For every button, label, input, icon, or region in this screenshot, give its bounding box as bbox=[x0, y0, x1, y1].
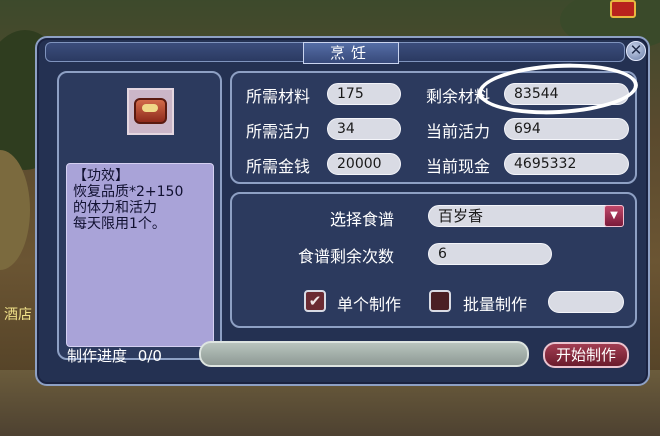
dropdown-arrow-icon[interactable]: ▼ bbox=[604, 205, 624, 227]
batch-craft-label: 批量制作 bbox=[463, 295, 528, 314]
stats-panel: 所需材料 175 剩余材料 83544 所需活力 34 当前活力 694 所需金… bbox=[230, 71, 637, 184]
effect-line: 的体力和活力 bbox=[73, 200, 157, 216]
current-vitality-field: 694 bbox=[504, 118, 629, 140]
treasure-chest-icon bbox=[134, 98, 167, 124]
game-menu-icon[interactable] bbox=[610, 0, 636, 18]
required-money-field: 20000 bbox=[327, 153, 401, 175]
start-craft-button[interactable]: 开始制作 bbox=[543, 342, 629, 368]
single-craft-label: 单个制作 bbox=[337, 295, 402, 314]
recipe-select[interactable]: 百岁香 ▼ bbox=[428, 205, 624, 227]
recipe-remaining-field: 6 bbox=[428, 243, 552, 265]
recipe-panel: 选择食谱 百岁香 ▼ 食谱剩余次数 6 ✔ 单个制作 批量制作 bbox=[230, 192, 637, 328]
batch-quantity-input[interactable] bbox=[548, 291, 624, 313]
current-cash-label: 当前现金 bbox=[426, 157, 491, 176]
close-button[interactable]: ✕ bbox=[626, 41, 646, 61]
current-cash-field: 4695332 bbox=[504, 153, 629, 175]
background-sign-text: 酒店 bbox=[4, 307, 32, 323]
batch-craft-checkbox[interactable] bbox=[429, 290, 451, 312]
craft-progress-bar bbox=[199, 341, 529, 367]
effect-header: 【功效】 bbox=[73, 168, 129, 184]
required-vitality-field: 34 bbox=[327, 118, 401, 140]
effect-description: 【功效】 恢复品质*2+150 的体力和活力 每天限用1个。 bbox=[66, 163, 214, 347]
progress-label-text: 制作进度 bbox=[67, 347, 128, 365]
effect-line: 恢复品质*2+150 bbox=[73, 184, 184, 200]
cooking-dialog: 烹饪 ✕ 【功效】 恢复品质*2+150 的体力和活力 每天限用1个。 所需材料… bbox=[35, 36, 650, 386]
remaining-material-label: 剩余材料 bbox=[426, 87, 491, 106]
required-material-label: 所需材料 bbox=[246, 87, 311, 106]
required-vitality-label: 所需活力 bbox=[246, 122, 311, 141]
effect-line: 每天限用1个。 bbox=[73, 216, 166, 232]
item-panel: 【功效】 恢复品质*2+150 的体力和活力 每天限用1个。 bbox=[57, 71, 222, 360]
select-recipe-label: 选择食谱 bbox=[330, 210, 395, 229]
progress-label: 制作进度 0/0 bbox=[67, 345, 162, 366]
required-money-label: 所需金钱 bbox=[246, 157, 311, 176]
item-slot[interactable] bbox=[127, 88, 174, 135]
recipe-selected-value: 百岁香 bbox=[438, 207, 484, 225]
remaining-material-field: 83544 bbox=[504, 83, 629, 105]
required-material-field: 175 bbox=[327, 83, 401, 105]
title-bar[interactable]: 烹饪 bbox=[45, 42, 625, 64]
single-craft-checkbox[interactable]: ✔ bbox=[304, 290, 326, 312]
current-vitality-label: 当前活力 bbox=[426, 122, 491, 141]
recipe-remaining-label: 食谱剩余次数 bbox=[298, 247, 395, 266]
dialog-title: 烹饪 bbox=[303, 42, 399, 64]
progress-value: 0/0 bbox=[137, 347, 162, 365]
